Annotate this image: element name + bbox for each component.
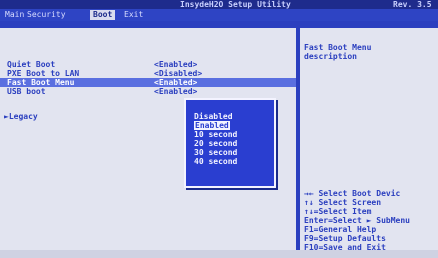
tab-boot[interactable]: Boot <box>90 10 116 20</box>
option-enabled[interactable]: Enabled <box>194 121 230 130</box>
pxe-boot-label[interactable]: PXE Boot to LAN <box>7 69 79 78</box>
option-30-second[interactable]: 30 second <box>194 148 237 157</box>
app-title: InsydeH2O Setup Utility <box>180 0 291 9</box>
frame-border <box>0 21 438 28</box>
tab-exit[interactable]: Exit <box>121 10 146 20</box>
option-10-second[interactable]: 10 second <box>194 130 237 139</box>
quiet-boot-label[interactable]: Quiet Boot <box>7 60 55 69</box>
fast-boot-options-popup: Disabled Enabled 10 second 20 second 30 … <box>184 98 276 188</box>
bios-screen: InsydeH2O Setup Utility Rev. 3.5 Main Se… <box>0 0 438 258</box>
key-setup-defaults: F9=Setup Defaults <box>304 234 386 243</box>
usb-boot-label[interactable]: USB boot <box>7 87 46 96</box>
key-select-boot-device: →← Select Boot Devic <box>304 189 401 198</box>
help-description: description <box>304 52 357 61</box>
key-legend: →← Select Boot Devic ↑↓ Select Screen ↑↓… <box>304 189 410 252</box>
help-title: Fast Boot Menu <box>304 43 372 52</box>
key-select-screen: ↑↓ Select Screen <box>304 198 382 207</box>
key-enter-submenu: Enter=Select ► SubMenu <box>304 216 410 225</box>
bottom-edge <box>0 250 438 258</box>
usb-boot-value[interactable]: <Enabled> <box>154 87 197 96</box>
key-select-item: ↑↓=Select Item <box>304 207 372 216</box>
revision-label: Rev. 3.5 <box>393 0 432 9</box>
tab-security[interactable]: Security <box>24 10 69 20</box>
option-disabled[interactable]: Disabled <box>194 112 233 121</box>
fast-boot-menu-label[interactable]: Fast Boot Menu <box>7 78 74 87</box>
pxe-boot-value[interactable]: <Disabled> <box>154 69 202 78</box>
legacy-submenu[interactable]: ►Legacy <box>4 112 38 121</box>
quiet-boot-value[interactable]: <Enabled> <box>154 60 197 69</box>
option-20-second[interactable]: 20 second <box>194 139 237 148</box>
option-40-second[interactable]: 40 second <box>194 157 237 166</box>
fast-boot-menu-value[interactable]: <Enabled> <box>154 78 197 87</box>
key-general-help: F1=General Help <box>304 225 377 234</box>
